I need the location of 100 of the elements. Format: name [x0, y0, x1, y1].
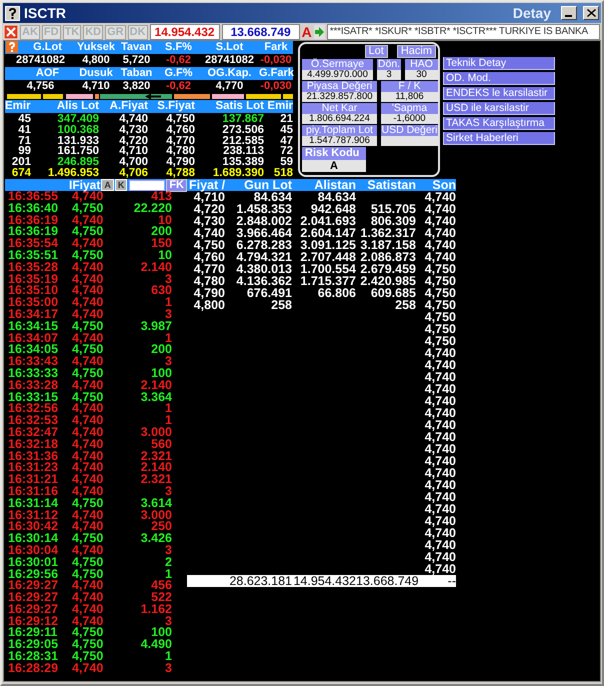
- table-cell-text: 4,750: [424, 263, 456, 275]
- table-cell-text: 3.966.464: [235, 227, 292, 239]
- price-cell-text: 4,750: [71, 392, 104, 404]
- value-text: 5,720: [122, 54, 152, 67]
- close-button[interactable]: [583, 6, 599, 20]
- filter-button[interactable]: K: [114, 179, 128, 191]
- input-field[interactable]: [129, 180, 166, 190]
- table-cell-text: 1.689.390: [212, 168, 264, 179]
- go-button[interactable]: [314, 25, 325, 39]
- table-cell-text: 806.309: [370, 215, 416, 227]
- time-cell-text: 16:31:23: [7, 462, 60, 474]
- value-text: 4,770: [214, 80, 244, 93]
- time-cell-text: 16:29:27: [7, 604, 60, 616]
- menu-button[interactable]: ENDEKS le karsilastir: [443, 87, 555, 100]
- table-cell-text: 4,750: [165, 114, 195, 125]
- lot-cell-text: 3: [165, 274, 172, 286]
- table-cell-text: 72: [279, 146, 293, 158]
- column-header: A.Fiyat: [108, 100, 148, 113]
- table-cell-text: 4,740: [424, 251, 456, 263]
- price-cell-text: 4,740: [71, 510, 104, 522]
- lot-cell-text: 560: [150, 438, 172, 451]
- lot-cell-text: 3.614: [140, 498, 172, 510]
- filter-button[interactable]: A: [101, 179, 114, 191]
- lot-cell-text: 3: [164, 486, 172, 498]
- price-cell-text: 4,750: [71, 627, 104, 640]
- table-cell-text: 4,700: [118, 157, 148, 168]
- table-cell-text: 3.091.125: [299, 239, 356, 251]
- time-cell-text: 16:30:42: [7, 521, 60, 534]
- field-label: Ö.Sermaye: [302, 59, 373, 70]
- value-field: -1,6000: [381, 114, 438, 124]
- field-label: Piyasa Değeri: [302, 81, 377, 92]
- time-cell-text: 16:32:56: [7, 403, 60, 416]
- time-cell-text: 16:35:00: [7, 297, 60, 309]
- value-text: 4,756: [26, 80, 56, 93]
- table-cell-text: 674: [10, 168, 31, 179]
- menu-button[interactable]: OD. Mod.: [443, 72, 555, 85]
- price-cell-text: 4,750: [71, 568, 104, 580]
- table-cell-text: 2.707.448: [299, 251, 356, 263]
- table-cell-text: 4,740: [424, 563, 456, 575]
- menu-button[interactable]: TAKAS Karşılaştırma: [443, 117, 555, 130]
- lot-cell-text: 1: [164, 297, 172, 309]
- lot-cell-text: 4.490: [140, 639, 172, 652]
- lot-cell-text: 1: [165, 415, 172, 427]
- lot-cell-text: 100: [151, 627, 172, 640]
- price-cell-text: 4,740: [71, 462, 104, 474]
- lot-cell-text: 22.220: [132, 202, 172, 215]
- filter-button[interactable]: FK: [166, 178, 187, 192]
- time-cell-text: 16:35:19: [7, 274, 60, 286]
- value-field: 11,806: [381, 92, 438, 102]
- time-cell-text: 16:31:16: [7, 486, 60, 498]
- time-cell-text: 16:32:18: [7, 438, 60, 451]
- value-text: 4,800: [81, 54, 111, 67]
- table-cell-text: 1.362.317: [359, 227, 416, 239]
- table-cell-text: 45: [279, 124, 293, 136]
- table-cell-text: 515.705: [370, 203, 416, 215]
- table-cell-text: 4,750: [424, 323, 456, 335]
- column-header: S.F%: [164, 41, 193, 54]
- menu-button[interactable]: Sirket Haberleri: [443, 132, 555, 145]
- table-cell-text: 3.187.158: [359, 239, 416, 251]
- value-text: -0,62: [164, 80, 192, 93]
- menu-button[interactable]: Teknik Detay: [443, 57, 555, 70]
- table-cell-text: 4.380.013: [235, 263, 292, 275]
- column-header: Dusuk: [78, 67, 114, 80]
- time-cell-text: 16:33:28: [7, 380, 60, 392]
- table-cell-text: 4,770: [192, 263, 225, 275]
- table-cell-text: 1.715.377: [299, 275, 356, 287]
- toggle-button[interactable]: Hacim: [396, 45, 436, 58]
- lot-cell-text: 2.321: [140, 474, 172, 486]
- lot-cell-text: 1.162: [140, 604, 172, 616]
- table-cell-text: 6.278.283: [235, 239, 292, 251]
- table-cell-text: 4,740: [424, 347, 456, 359]
- value-field: A: [302, 160, 366, 172]
- minimize-button[interactable]: [561, 6, 577, 20]
- time-cell-text: 16:31:14: [7, 498, 60, 510]
- time-cell-text: 16:29:05: [7, 639, 60, 652]
- table-cell-text: 135.389: [222, 157, 264, 168]
- table-cell-text: 4,730: [192, 215, 225, 227]
- price-cell-text: 4,740: [71, 662, 104, 675]
- price-cell-text: 4,740: [71, 297, 104, 309]
- field-label: Net Kar: [302, 103, 377, 114]
- toggle-button[interactable]: Lot: [364, 45, 388, 58]
- lot-cell-text: 3: [164, 308, 172, 321]
- column-header: OG.Kap.: [206, 67, 252, 80]
- price-cell-text: 4,740: [71, 332, 104, 344]
- price-cell-text: 4,740: [71, 544, 104, 557]
- table-cell-text: 4,740: [424, 503, 456, 515]
- table-cell-text: 4,740: [118, 114, 148, 125]
- price-cell-text: 4,750: [71, 344, 104, 356]
- table-cell-text: 4,750: [424, 335, 456, 347]
- time-cell-text: 16:36:19: [7, 214, 60, 226]
- column-header: Taban: [120, 67, 154, 80]
- lot-cell-text: 150: [150, 238, 172, 250]
- column-header: Satistan: [366, 179, 416, 191]
- price-cell-text: 4,740: [71, 580, 104, 592]
- menu-button[interactable]: USD ile karsilastir: [443, 102, 555, 115]
- table-cell-text: 4,720: [118, 136, 148, 146]
- field-label: piy.Toplam Lot: [302, 125, 377, 136]
- close-icon: [586, 9, 596, 17]
- time-cell-text: 16:34:15: [7, 320, 60, 333]
- column-header: G.Lot: [32, 41, 63, 54]
